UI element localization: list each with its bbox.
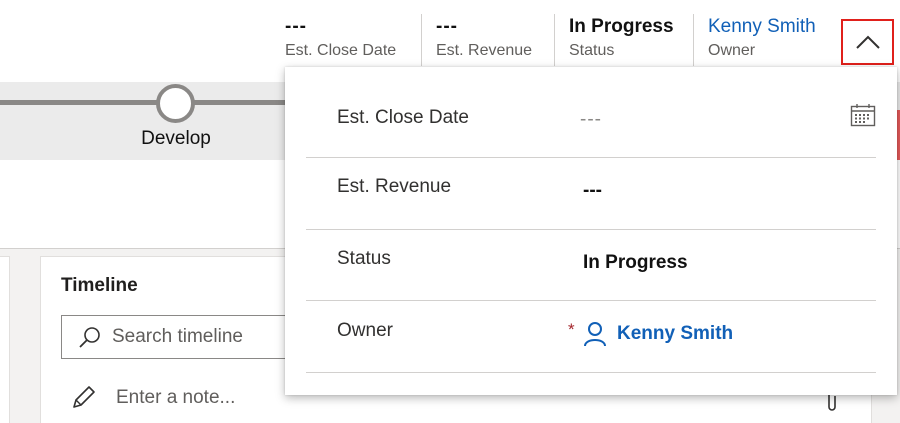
- est-revenue-value[interactable]: ---: [583, 180, 602, 202]
- header-owner-link[interactable]: Kenny Smith: [708, 14, 816, 40]
- flyout-row-status: Status In Progress: [306, 230, 876, 301]
- process-connector-line: [0, 100, 300, 105]
- timeline-search-input[interactable]: [112, 326, 262, 348]
- flyout-row-est-revenue: Est. Revenue ---: [306, 158, 876, 230]
- est-revenue-label: Est. Revenue: [337, 176, 452, 197]
- header-est-revenue-value: ---: [436, 16, 458, 37]
- stage-develop-indicator[interactable]: [156, 84, 195, 123]
- search-icon: [79, 327, 100, 348]
- stage-develop-label[interactable]: Develop: [126, 128, 226, 150]
- pencil-icon: [73, 386, 95, 408]
- header-est-revenue-label: Est. Revenue: [436, 42, 533, 59]
- header-owner-label: Owner: [708, 42, 756, 59]
- left-card: [0, 256, 10, 423]
- owner-lookup-link[interactable]: Kenny Smith: [583, 321, 733, 347]
- header-fields-flyout: Est. Close Date --- Est. Revenue --- Sta…: [285, 67, 897, 395]
- owner-label: Owner: [337, 320, 393, 341]
- header-collapse-button[interactable]: [841, 19, 894, 65]
- user-icon: [584, 322, 606, 347]
- header-est-close-date-value: ---: [285, 16, 307, 37]
- header-status-label: Status: [569, 42, 615, 59]
- status-label: Status: [337, 248, 391, 269]
- header-est-close-date-label: Est. Close Date: [285, 42, 397, 59]
- est-close-date-label: Est. Close Date: [337, 107, 469, 128]
- status-value[interactable]: In Progress: [583, 252, 688, 274]
- header-field-est-revenue: --- Est. Revenue: [421, 14, 532, 66]
- header-field-owner[interactable]: Kenny Smith Owner: [693, 14, 816, 66]
- calendar-icon[interactable]: [850, 103, 876, 127]
- required-asterisk: *: [568, 320, 575, 339]
- owner-name[interactable]: Kenny Smith: [617, 323, 733, 345]
- timeline-search-box[interactable]: [61, 315, 291, 359]
- flyout-row-est-close-date: Est. Close Date ---: [306, 67, 876, 158]
- est-close-date-input[interactable]: ---: [580, 109, 602, 131]
- chevron-up-icon: [855, 35, 880, 49]
- header-status-value: In Progress: [569, 16, 674, 37]
- timeline-title: Timeline: [61, 275, 138, 296]
- header-field-status: In Progress Status: [554, 14, 674, 66]
- flyout-row-owner: Owner * Kenny Smith: [306, 301, 876, 373]
- header-field-est-close-date: --- Est. Close Date: [271, 14, 396, 66]
